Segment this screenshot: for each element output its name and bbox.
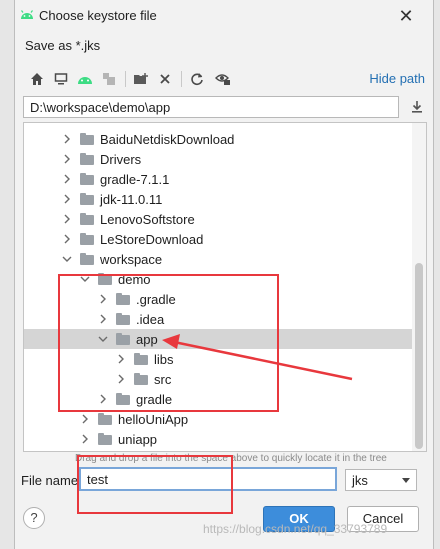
choose-keystore-dialog: Choose keystore file ✕ Save as *.jks Hid… (14, 0, 434, 549)
tree-row-label: gradle-7.1.1 (100, 172, 170, 187)
download-path-icon[interactable] (407, 97, 427, 117)
file-name-label: File name: (21, 473, 82, 488)
help-button[interactable]: ? (23, 507, 45, 529)
tree-row[interactable]: workspace (24, 249, 412, 269)
toolbar-separator (125, 71, 126, 87)
desktop-icon[interactable] (51, 69, 71, 89)
tree-row[interactable]: LenovoSoftstore (24, 209, 412, 229)
chevron-right-icon[interactable] (80, 433, 90, 445)
tree-row[interactable]: helloUniApp (24, 409, 412, 429)
home-icon[interactable] (27, 69, 47, 89)
chevron-down-icon[interactable] (62, 253, 72, 265)
chevron-right-icon[interactable] (62, 173, 72, 185)
tree-row-label: libs (154, 352, 174, 367)
watermark: https://blog.csdn.net/qq_33793789 (203, 522, 388, 536)
folder-icon (80, 133, 94, 145)
tree-row-label: jdk-11.0.11 (100, 192, 163, 207)
background-window-left (0, 0, 15, 549)
tree-scrollbar-thumb[interactable] (415, 263, 423, 449)
refresh-icon[interactable] (187, 69, 207, 89)
tree-row-label: workspace (100, 252, 163, 267)
tree-row[interactable]: .gradle (24, 289, 412, 309)
show-hidden-icon[interactable] (213, 69, 233, 89)
folder-icon (98, 273, 112, 285)
chevron-right-icon[interactable] (116, 373, 126, 385)
delete-icon[interactable] (155, 69, 175, 89)
dialog-title: Choose keystore file (39, 8, 157, 23)
tree-row-label: gradle (136, 392, 173, 407)
tree-row[interactable]: BaiduNetdiskDownload (24, 129, 412, 149)
tree-row-label: LenovoSoftstore (100, 212, 195, 227)
tree-row[interactable]: LeStoreDownload (24, 229, 412, 249)
folder-icon (116, 393, 130, 405)
folder-icon (98, 413, 112, 425)
tree-row-label: .gradle (136, 292, 176, 307)
extension-value: jks (352, 473, 368, 488)
tree-row[interactable]: Drivers (24, 149, 412, 169)
android-icon (21, 10, 33, 19)
chevron-right-icon[interactable] (98, 313, 108, 325)
folder-icon (116, 333, 130, 345)
folder-icon (116, 313, 130, 325)
file-chooser-toolbar: Hide path (23, 66, 429, 92)
file-tree[interactable]: BaiduNetdiskDownload Drivers gradle-7.1.1 j… (23, 122, 427, 452)
tree-row[interactable]: jdk-11.0.11 (24, 189, 412, 209)
chevron-right-icon[interactable] (62, 233, 72, 245)
tree-row[interactable]: gradle-7.1.1 (24, 169, 412, 189)
tree-row[interactable]: .idea (24, 309, 412, 329)
tree-row[interactable]: src (24, 369, 412, 389)
android-project-icon[interactable] (75, 69, 95, 89)
extension-select[interactable]: jks (345, 469, 417, 491)
tree-row-label: app (136, 332, 158, 347)
toolbar-separator (181, 71, 182, 87)
tree-row[interactable]: gradle (24, 389, 412, 409)
chevron-right-icon[interactable] (80, 413, 90, 425)
chevron-right-icon[interactable] (62, 133, 72, 145)
save-as-hint: Save as *.jks (25, 38, 101, 53)
close-button[interactable]: ✕ (395, 5, 417, 27)
tree-row-label: demo (118, 272, 151, 287)
tree-row-label: src (154, 372, 172, 387)
title-bar: Choose keystore file ✕ (15, 0, 433, 32)
folder-icon (80, 233, 94, 245)
tree-row[interactable]: demo (24, 269, 412, 289)
folder-icon (80, 253, 94, 265)
folder-icon (80, 193, 94, 205)
tree-row-label: LeStoreDownload (100, 232, 204, 247)
chevron-down-icon[interactable] (80, 273, 90, 285)
tree-row-label: .idea (136, 312, 165, 327)
chevron-down-icon (402, 478, 410, 483)
tree-row[interactable]: libs (24, 349, 412, 369)
folder-icon (80, 213, 94, 225)
folder-icon (80, 153, 94, 165)
path-field[interactable]: D:\workspace\demo\app (23, 96, 399, 118)
folder-icon (116, 293, 130, 305)
tree-row-label: BaiduNetdiskDownload (100, 132, 235, 147)
chevron-right-icon[interactable] (62, 193, 72, 205)
close-icon: ✕ (398, 6, 414, 26)
drag-drop-hint: Drag and drop a file into the space abov… (75, 453, 387, 464)
chevron-right-icon[interactable] (98, 393, 108, 405)
new-folder-icon[interactable] (131, 69, 151, 89)
folder-icon (98, 433, 112, 445)
chevron-right-icon[interactable] (98, 293, 108, 305)
tree-row-label: helloUniApp (118, 412, 189, 427)
tree-row[interactable]: app (24, 329, 412, 349)
module-icon[interactable] (99, 69, 119, 89)
folder-icon (134, 353, 148, 365)
tree-row[interactable]: uniapp (24, 429, 412, 449)
hide-path-link[interactable]: Hide path (369, 71, 425, 86)
chevron-right-icon[interactable] (62, 213, 72, 225)
chevron-right-icon[interactable] (116, 353, 126, 365)
chevron-right-icon[interactable] (62, 153, 72, 165)
tree-row-label: Drivers (100, 152, 142, 167)
folder-icon (134, 373, 148, 385)
tree-row-label: uniapp (118, 432, 158, 447)
folder-icon (80, 173, 94, 185)
file-name-input[interactable] (79, 467, 337, 491)
chevron-down-icon[interactable] (98, 333, 108, 345)
